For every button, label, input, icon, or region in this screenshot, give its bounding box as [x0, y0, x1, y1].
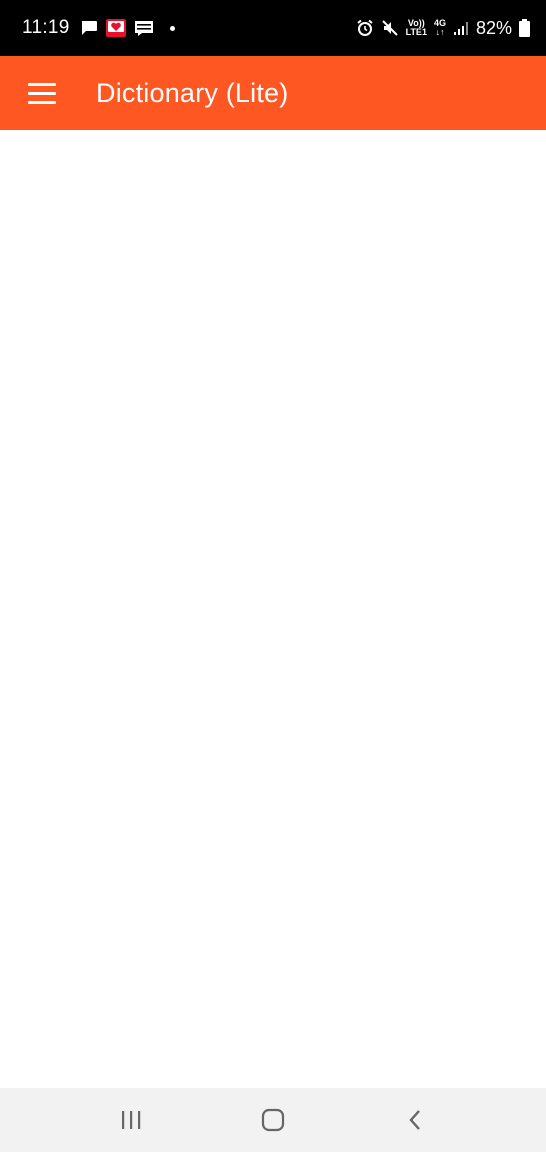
- webtoon-icon: [134, 19, 154, 37]
- battery-percent: 82%: [475, 17, 512, 38]
- alarm-icon: [356, 19, 374, 37]
- hamburger-menu-icon: [28, 82, 56, 104]
- page-title: Dictionary (Lite): [96, 77, 289, 108]
- back-button[interactable]: [375, 1088, 455, 1152]
- recent-apps-icon: [122, 1111, 141, 1129]
- app-bar: Dictionary (Lite): [0, 56, 546, 130]
- volte-indicator: Vo)) LTE1: [406, 19, 427, 37]
- status-time: 11:19: [22, 17, 70, 38]
- status-left: 11:19: [22, 0, 175, 56]
- hamburger-menu-button[interactable]: [0, 56, 84, 130]
- system-nav-bar: [0, 1088, 546, 1152]
- volte-bottom: LTE1: [405, 27, 427, 37]
- battery-icon: [519, 19, 530, 37]
- home-icon: [261, 1108, 285, 1132]
- signal-icon: [453, 20, 469, 36]
- content-area: [0, 130, 546, 1088]
- back-icon: [409, 1110, 420, 1130]
- heart-app-icon: [105, 19, 126, 37]
- mute-icon: [381, 19, 399, 37]
- more-notifications-dot: [169, 25, 175, 31]
- home-button[interactable]: [233, 1088, 313, 1152]
- data-arrows-icon: ↓↑: [435, 27, 445, 37]
- message-icon: [80, 20, 98, 36]
- status-bar: 11:19 Vo)) LTE1 4G ↓↑ 82%: [0, 0, 546, 56]
- screen: 11:19 Vo)) LTE1 4G ↓↑ 82% Dictionary (Li…: [0, 0, 546, 1152]
- recent-apps-button[interactable]: [91, 1088, 171, 1152]
- status-right: Vo)) LTE1 4G ↓↑ 82%: [356, 0, 530, 56]
- network-type-indicator: 4G ↓↑: [434, 19, 446, 37]
